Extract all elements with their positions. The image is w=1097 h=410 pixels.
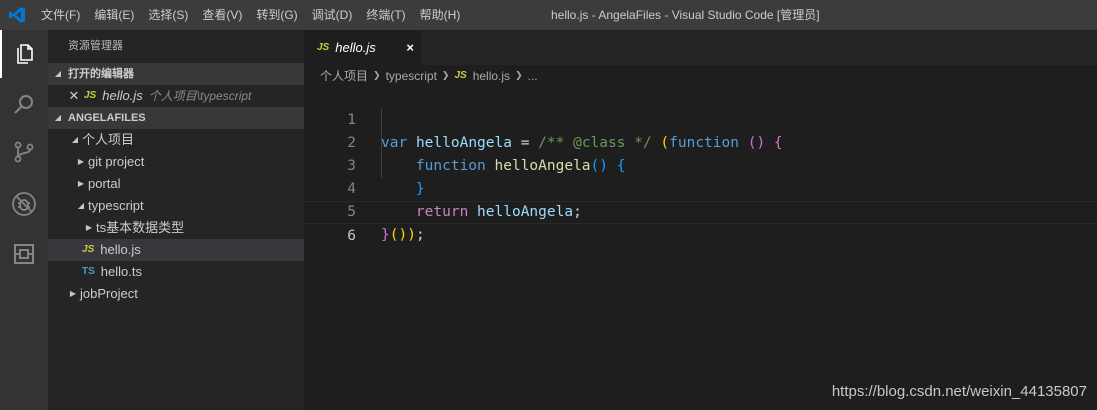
code-line: 3 } <box>304 132 1097 197</box>
tree-item-git-project[interactable]: ▶ git project <box>48 151 304 173</box>
menu-terminal[interactable]: 终端(T) <box>359 0 412 30</box>
tree-item-ts-basic-types[interactable]: ▶ ts基本数据类型 <box>48 217 304 239</box>
close-icon[interactable]: ✕ <box>64 85 84 107</box>
breadcrumb-item[interactable]: typescript <box>386 69 437 83</box>
breadcrumb-item[interactable]: hello.js <box>473 69 510 83</box>
code-line-current: 6 <box>304 201 1097 244</box>
folder-header[interactable]: ◢ ANGELAFILES <box>48 107 304 129</box>
tree-item-typescript[interactable]: ◢ typescript <box>48 195 304 217</box>
chevron-down-icon: ◢ <box>71 135 79 144</box>
menu-debug[interactable]: 调试(D) <box>305 0 360 30</box>
open-editor-path: 个人项目\typescript <box>148 89 252 103</box>
js-file-icon: JS <box>317 42 330 53</box>
open-editors-label: 打开的编辑器 <box>68 68 134 80</box>
explorer-icon[interactable] <box>0 30 48 78</box>
chevron-right-icon: ❯ <box>441 70 450 80</box>
chevron-right-icon: ▶ <box>77 157 85 166</box>
close-icon[interactable]: × <box>406 30 414 65</box>
js-file-icon: JS <box>82 244 95 255</box>
tree-item-job-project[interactable]: ▶ jobProject <box>48 283 304 305</box>
menu-edit[interactable]: 编辑(E) <box>87 0 141 30</box>
activity-bar <box>0 30 48 410</box>
tree-item-label: typescript <box>88 198 144 213</box>
menu-bar: 文件(F) 编辑(E) 选择(S) 查看(V) 转到(G) 调试(D) 终端(T… <box>34 0 467 30</box>
code-line: 5 }()); <box>304 178 1097 243</box>
code-line: 1 var helloAngela = /** @class */ (funct… <box>304 86 1097 151</box>
extensions-icon[interactable] <box>0 230 48 278</box>
folder-label: ANGELAFILES <box>68 112 146 124</box>
sidebar-title: 资源管理器 <box>68 40 123 52</box>
tree-item-hello-js[interactable]: JS hello.js <box>48 239 304 261</box>
tree-item-personal-projects[interactable]: ◢ 个人项目 <box>48 129 304 151</box>
source-control-icon[interactable] <box>0 128 48 176</box>
breadcrumb-item[interactable]: ... <box>528 69 538 83</box>
tree-item-label: hello.js <box>100 242 141 257</box>
tree-item-label: ts基本数据类型 <box>96 220 185 235</box>
menu-go[interactable]: 转到(G) <box>249 0 304 30</box>
chevron-right-icon: ❯ <box>515 70 523 80</box>
js-file-icon: JS <box>454 70 467 81</box>
watermark: https://blog.csdn.net/weixin_44135807 <box>831 383 1087 400</box>
menu-file[interactable]: 文件(F) <box>34 0 87 30</box>
window-title: hello.js - AngelaFiles - Visual Studio C… <box>551 8 820 22</box>
open-editors-header[interactable]: ◢ 打开的编辑器 <box>48 63 304 85</box>
chevron-down-icon: ◢ <box>77 201 85 210</box>
explorer-sidebar: 资源管理器 ◢ 打开的编辑器 ✕ JS hello.js 个人项目\typesc… <box>48 30 304 410</box>
line-number: 6 <box>347 228 356 244</box>
chevron-down-icon: ◢ <box>54 69 62 78</box>
chevron-right-icon: ▶ <box>85 223 93 232</box>
code-line: 2 function helloAngela() { <box>304 109 1097 174</box>
js-file-icon: JS <box>84 90 97 101</box>
code-editor[interactable]: 1 var helloAngela = /** @class */ (funct… <box>304 86 1097 410</box>
title-bar: 文件(F) 编辑(E) 选择(S) 查看(V) 转到(G) 调试(D) 终端(T… <box>0 0 1097 30</box>
editor-tabs: JS hello.js × <box>304 30 1097 65</box>
chevron-right-icon: ❯ <box>373 70 381 80</box>
tree-item-label: jobProject <box>80 286 138 301</box>
chevron-right-icon: ▶ <box>77 179 85 188</box>
chevron-down-icon: ◢ <box>54 113 62 122</box>
menu-selection[interactable]: 选择(S) <box>141 0 195 30</box>
breadcrumb: 个人项目 ❯ typescript ❯ JS hello.js ❯ ... <box>304 65 1097 86</box>
tree-item-label: hello.ts <box>100 264 142 279</box>
code-text: }()); <box>381 227 425 243</box>
code-line: 4 return helloAngela; <box>304 155 1097 220</box>
tab-label: hello.js <box>335 40 376 55</box>
chevron-right-icon: ▶ <box>69 289 77 298</box>
tab-hello-js[interactable]: JS hello.js × <box>304 30 422 65</box>
tree-item-portal[interactable]: ▶ portal <box>48 173 304 195</box>
breadcrumb-item[interactable]: 个人项目 <box>320 67 368 84</box>
tree-item-hello-ts[interactable]: TS hello.ts <box>48 261 304 283</box>
ts-file-icon: TS <box>82 266 95 277</box>
vscode-logo-icon <box>0 0 34 30</box>
menu-view[interactable]: 查看(V) <box>195 0 249 30</box>
open-editor-item[interactable]: ✕ JS hello.js 个人项目\typescript <box>48 85 304 107</box>
menu-help[interactable]: 帮助(H) <box>413 0 468 30</box>
debug-icon[interactable] <box>0 180 48 228</box>
tree-item-label: 个人项目 <box>82 132 135 147</box>
tree-item-label: portal <box>88 176 121 191</box>
tree-item-label: git project <box>88 154 145 169</box>
search-icon[interactable] <box>0 80 48 128</box>
open-editor-name: hello.js <box>102 88 143 103</box>
